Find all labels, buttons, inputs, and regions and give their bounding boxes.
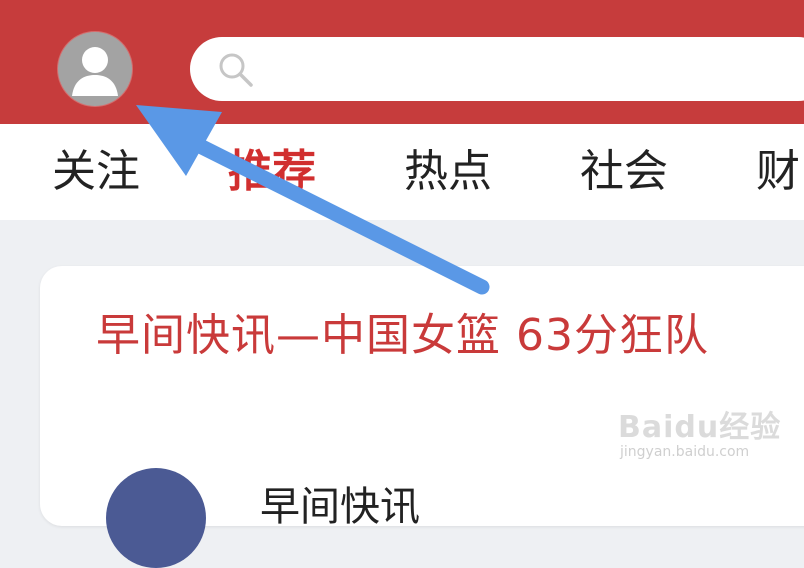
source-avatar[interactable] [106,468,206,568]
search-icon [216,50,256,94]
tab-follow[interactable]: 关注 [52,146,140,198]
search-bar[interactable] [190,37,804,101]
top-header-bar [0,0,804,124]
tab-hot[interactable]: 热点 [404,146,492,198]
search-input[interactable] [262,51,786,89]
news-headline[interactable]: 早间快讯—中国女篮 63分狂队 [96,308,804,364]
watermark-url: jingyan.baidu.com [620,444,750,460]
source-name[interactable]: 早间快讯 [260,474,420,532]
tab-finance[interactable]: 财 [756,146,800,198]
tab-recommended[interactable]: 推荐 [228,146,316,198]
watermark-logo: Baidu经验 [618,410,782,445]
baidu-jingyan-watermark: Baidu经验 jingyan.baidu.com [614,396,780,466]
user-avatar-icon[interactable] [58,32,132,106]
tab-society[interactable]: 社会 [580,146,668,198]
category-tabs: 关注 推荐 热点 社会 财 [0,124,804,220]
